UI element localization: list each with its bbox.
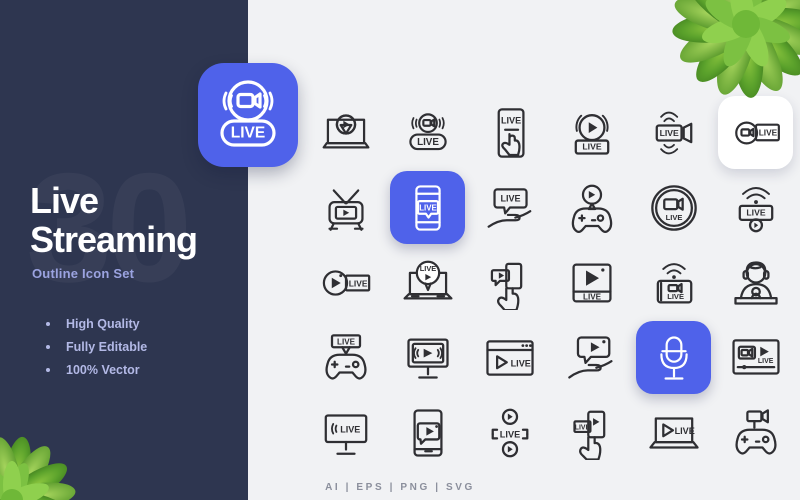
play-bubble-on-hand-icon[interactable] — [554, 321, 629, 394]
live-label: LIVE — [500, 115, 520, 125]
screen-play-live-icon[interactable]: LIVE — [554, 246, 629, 319]
live-label: LIVE — [419, 203, 437, 212]
gamepad-live-banner-icon[interactable]: LIVE — [308, 321, 383, 394]
feature-label: Fully Editable — [66, 340, 148, 354]
list-item: High Quality — [46, 317, 147, 331]
retro-tv-play-icon[interactable] — [308, 171, 383, 244]
feature-label: 100% Vector — [66, 363, 140, 377]
live-label: LIVE — [659, 128, 678, 138]
browser-play-live-icon[interactable]: LIVE — [472, 321, 547, 394]
live-frame-play-icon[interactable]: LIVE — [472, 396, 547, 469]
phone-live-tap-icon[interactable]: LIVE — [472, 96, 547, 169]
page-subtitle: Outline Icon Set — [32, 265, 135, 281]
gamepad-play-bubble-icon[interactable] — [554, 171, 629, 244]
bullet-dot-icon — [46, 368, 50, 372]
live-label: LIVE — [419, 263, 436, 272]
live-label: LIVE — [667, 292, 684, 301]
live-label: LIVE — [574, 424, 590, 431]
live-stream-logo-badge: LIVE — [198, 63, 298, 167]
live-label: LIVE — [417, 136, 439, 147]
live-label: LIVE — [674, 426, 694, 436]
play-circle-live-tag-icon[interactable]: LIVE — [308, 246, 383, 319]
page-title: Live Streaming Outline Icon Set — [30, 180, 198, 281]
monitor-live-broadcast-icon[interactable]: LIVE — [308, 396, 383, 469]
microphone-card-icon[interactable] — [636, 321, 711, 394]
live-label: LIVE — [582, 292, 601, 301]
list-item: Fully Editable — [46, 340, 147, 354]
tablet-live-wifi-icon[interactable]: LIVE — [636, 246, 711, 319]
live-label: LIVE — [499, 429, 519, 439]
live-label: LIVE — [340, 424, 360, 434]
live-wifi-play-icon[interactable]: LIVE — [718, 171, 793, 244]
smartphone-live-card-icon[interactable]: LIVE — [390, 171, 465, 244]
video-camera-broadcast-icon: LIVE — [220, 80, 276, 147]
live-label: LIVE — [758, 127, 777, 137]
circle-camera-live-icon[interactable]: LIVE — [636, 171, 711, 244]
title-line-2: Streaming — [30, 218, 198, 260]
live-label: LIVE — [757, 357, 773, 364]
phone-play-bubble-icon[interactable] — [390, 396, 465, 469]
live-label: LIVE — [337, 337, 356, 346]
video-player-live-icon[interactable]: LIVE — [718, 321, 793, 394]
feature-list: High Quality Fully Editable 100% Vector — [46, 317, 147, 386]
logo-live-text: LIVE — [231, 125, 265, 142]
hand-phone-live-icon[interactable]: LIVE — [554, 396, 629, 469]
laptop-live-bubble-icon[interactable]: LIVE — [390, 246, 465, 319]
live-label: LIVE — [746, 207, 765, 217]
icon-grid: LIVE LIVE LIVE LIVE LIVE LIVE LIVE LIVE … — [308, 96, 793, 469]
title-line-1: Live — [30, 180, 99, 221]
live-label: LIVE — [665, 212, 682, 221]
feature-label: High Quality — [66, 317, 140, 331]
live-bubble-on-hand-icon[interactable]: LIVE — [472, 171, 547, 244]
live-label: LIVE — [348, 278, 367, 288]
laptop-play-pin-icon[interactable] — [308, 96, 383, 169]
camera-circle-live-card-icon[interactable]: LIVE — [718, 96, 793, 169]
hand-phone-play-icon[interactable] — [472, 246, 547, 319]
live-tag-video-camera-icon[interactable]: LIVE — [636, 96, 711, 169]
camera-broadcast-live-icon[interactable]: LIVE — [390, 96, 465, 169]
streamer-headset-desk-icon[interactable] — [718, 246, 793, 319]
live-label: LIVE — [582, 141, 601, 151]
live-label: LIVE — [510, 358, 530, 368]
bullet-dot-icon — [46, 345, 50, 349]
icon-set-poster: 30 Live Streaming Outline Icon Set High … — [0, 0, 800, 500]
gamepad-camera-icon[interactable] — [718, 396, 793, 469]
play-circle-live-banner-icon[interactable]: LIVE — [554, 96, 629, 169]
file-formats-footer: AI | EPS | PNG | SVG — [325, 482, 475, 493]
laptop-play-live-icon[interactable]: LIVE — [636, 396, 711, 469]
list-item: 100% Vector — [46, 363, 147, 377]
bullet-dot-icon — [46, 322, 50, 326]
live-label: LIVE — [500, 193, 520, 203]
monitor-play-sound-icon[interactable] — [390, 321, 465, 394]
